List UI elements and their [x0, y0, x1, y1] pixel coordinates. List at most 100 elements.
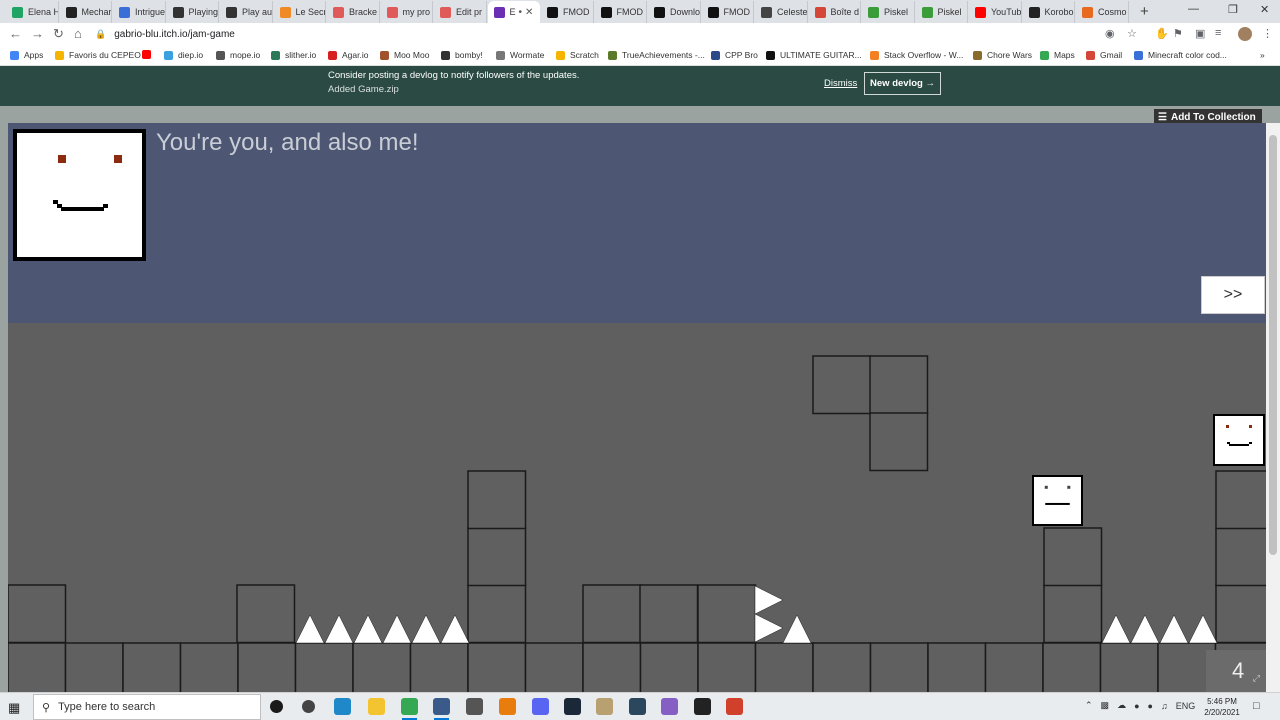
- bookmark-item[interactable]: Maps: [1040, 50, 1075, 60]
- tab-audio-icon[interactable]: •: [519, 7, 523, 18]
- ground-block: [1043, 584, 1103, 644]
- browser-tab[interactable]: Bracke: [327, 1, 380, 23]
- browser-tab[interactable]: Piskel: [916, 1, 968, 23]
- tray-mic-icon[interactable]: ●: [1134, 701, 1139, 711]
- address-bar[interactable]: 🔒 gabrio-blu.itch.io/jam-game: [95, 25, 1095, 43]
- game-canvas[interactable]: You're you, and also me! >> 4 ⤢: [8, 123, 1266, 692]
- taskbar-cortana-icon[interactable]: [270, 700, 283, 713]
- browser-tab[interactable]: FMOD: [595, 1, 647, 23]
- taskbar-blender-icon[interactable]: [499, 698, 516, 715]
- browser-tab[interactable]: Boîte d: [809, 1, 861, 23]
- maximize-icon[interactable]: ❐: [1228, 3, 1238, 16]
- scroll-thumb[interactable]: [1269, 135, 1277, 555]
- new-tab-button[interactable]: +: [1140, 3, 1149, 20]
- reading-list-icon[interactable]: ≡: [1215, 27, 1221, 39]
- wifi-icon[interactable]: ●: [1148, 701, 1153, 711]
- taskbar-app-grid-icon[interactable]: [433, 698, 450, 720]
- extensions-icon[interactable]: ⚑: [1173, 27, 1183, 40]
- tray-cloud-icon[interactable]: ☁: [1117, 700, 1126, 711]
- taskbar-chrome-icon[interactable]: [401, 698, 418, 720]
- bookmark-item[interactable]: Stack Overflow - W...: [870, 50, 963, 60]
- browser-tab[interactable]: Edit pr: [434, 1, 487, 23]
- browser-tab[interactable]: E • ✕: [487, 1, 540, 23]
- browser-tab[interactable]: Cosmo: [1076, 1, 1129, 23]
- browser-tab[interactable]: Korobo: [1023, 1, 1075, 23]
- bookmark-item[interactable]: bomby!: [441, 50, 483, 60]
- bookmark-item[interactable]: Wormate: [496, 50, 544, 60]
- more-bookmarks-button[interactable]: »: [1260, 50, 1265, 60]
- dismiss-link[interactable]: Dismiss: [824, 78, 857, 89]
- bookmark-item[interactable]: Gmail: [1086, 50, 1122, 60]
- bookmark-item[interactable]: Apps: [10, 50, 43, 60]
- page-scrollbar[interactable]: [1266, 123, 1280, 692]
- back-icon[interactable]: ←: [9, 26, 22, 41]
- close-window-icon[interactable]: ✕: [1260, 3, 1269, 16]
- bookmark-item[interactable]: Minecraft color cod...: [1134, 50, 1227, 60]
- browser-tab[interactable]: Le Secr: [274, 1, 326, 23]
- taskbar-app-red-icon[interactable]: [726, 698, 743, 715]
- bookmark-item[interactable]: Chore Wars: [973, 50, 1032, 60]
- bookmark-item[interactable]: ULTIMATE GUITAR...: [766, 50, 862, 60]
- browser-tab[interactable]: FMOD: [541, 1, 594, 23]
- tray-device-icon[interactable]: ▩: [1101, 700, 1110, 711]
- forward-icon[interactable]: →: [31, 26, 44, 41]
- notification-center-icon[interactable]: □: [1253, 700, 1260, 712]
- profile-avatar[interactable]: [1238, 27, 1252, 41]
- tracking-icon[interactable]: ◉: [1105, 27, 1115, 40]
- extension-thumb-icon[interactable]: ✋: [1155, 27, 1169, 40]
- tray-chevron-icon[interactable]: ⌃: [1085, 700, 1093, 711]
- browser-tab[interactable]: Intrigue: [113, 1, 166, 23]
- volume-icon[interactable]: ♫: [1161, 701, 1168, 711]
- dialog-box: You're you, and also me! >>: [8, 123, 1266, 323]
- browser-tab[interactable]: Play au: [220, 1, 273, 23]
- taskbar-clock[interactable]: 5:46 PM 2/20/2021: [1200, 696, 1244, 718]
- bookmark-item[interactable]: [142, 50, 156, 59]
- browser-tab[interactable]: Celeste: [755, 1, 808, 23]
- ground-block: [984, 642, 1044, 692]
- browser-tab[interactable]: Elena H: [6, 1, 59, 23]
- bookmark-item[interactable]: mope.io: [216, 50, 260, 60]
- npc-face-mouth: [1045, 502, 1070, 505]
- browser-tab[interactable]: FMOD: [702, 1, 754, 23]
- windows-start-icon[interactable]: ▦: [8, 700, 20, 716]
- bookmark-item[interactable]: CPP Bro: [711, 50, 758, 60]
- browser-tab[interactable]: Piskel: [862, 1, 915, 23]
- browser-tab[interactable]: YouTub: [969, 1, 1022, 23]
- taskbar-app-tan-icon[interactable]: [596, 698, 613, 715]
- bookmark-star-icon[interactable]: ☆: [1127, 27, 1137, 40]
- ground-block: [524, 642, 584, 692]
- taskbar-steam-alt-icon[interactable]: [629, 698, 646, 715]
- reload-icon[interactable]: ↻: [53, 26, 64, 42]
- bookmark-item[interactable]: TrueAchievements -...: [608, 50, 705, 60]
- tab-close-icon[interactable]: ✕: [525, 7, 533, 18]
- taskbar-file-explorer-icon[interactable]: [368, 698, 385, 715]
- taskbar-search-box[interactable]: ⚲ Type here to search: [33, 694, 261, 720]
- menu-icon[interactable]: ⋮: [1262, 27, 1273, 40]
- taskbar-edge-icon[interactable]: [334, 698, 351, 715]
- bookmark-item[interactable]: Favoris du CEPEO: [55, 50, 141, 60]
- bookmark-item[interactable]: slither.io: [271, 50, 316, 60]
- cast-icon[interactable]: ▣: [1195, 27, 1205, 40]
- taskbar-task-view-icon[interactable]: [302, 700, 315, 713]
- language-indicator[interactable]: ENG: [1176, 701, 1196, 711]
- next-dialog-button[interactable]: >>: [1201, 276, 1265, 314]
- browser-tab[interactable]: Downlo: [648, 1, 701, 23]
- bookmark-item[interactable]: Scratch: [556, 50, 599, 60]
- home-icon[interactable]: ⌂: [74, 26, 82, 41]
- browser-tab[interactable]: Playing: [167, 1, 219, 23]
- browser-tab[interactable]: Mechar: [60, 1, 112, 23]
- taskbar-visual-studio-icon[interactable]: [661, 698, 678, 715]
- taskbar-discord-icon[interactable]: [532, 698, 549, 715]
- taskbar-app-dark-icon[interactable]: [694, 698, 711, 715]
- minimize-icon[interactable]: —: [1188, 3, 1199, 15]
- fullscreen-icon[interactable]: ⤢: [1253, 673, 1260, 684]
- bookmark-item[interactable]: Moo Moo: [380, 50, 429, 60]
- bookmark-item[interactable]: Agar.io: [328, 50, 368, 60]
- taskbar-app-unity-icon[interactable]: [466, 698, 483, 715]
- taskbar-steam-icon[interactable]: [564, 698, 581, 715]
- tab-label: Boîte d: [830, 7, 860, 17]
- new-devlog-button[interactable]: New devlog →: [864, 72, 941, 95]
- bookmark-item[interactable]: diep.io: [164, 50, 203, 60]
- browser-tab[interactable]: my pro: [381, 1, 433, 23]
- tab-favicon-icon: [1082, 6, 1093, 18]
